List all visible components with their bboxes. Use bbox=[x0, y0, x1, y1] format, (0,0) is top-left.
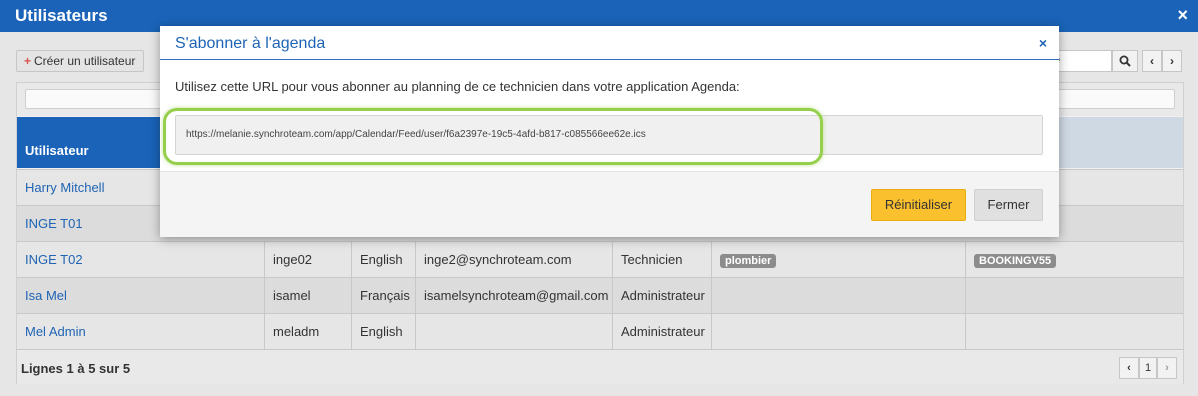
table-row[interactable]: Mel Admin meladm English Administrateur bbox=[17, 313, 1183, 350]
skill-badge: plombier bbox=[720, 254, 777, 268]
window-title: Utilisateurs bbox=[15, 6, 108, 25]
user-language: English bbox=[360, 252, 403, 267]
user-role: Administrateur bbox=[621, 324, 705, 339]
column-divider bbox=[711, 278, 712, 314]
column-divider bbox=[351, 278, 352, 314]
column-header-user[interactable]: Utilisateur bbox=[25, 143, 89, 158]
column-divider bbox=[415, 242, 416, 278]
prev-page-icon[interactable]: ‹ bbox=[1142, 50, 1162, 72]
user-name-link[interactable]: INGE T01 bbox=[25, 206, 83, 242]
filter-input-group[interactable] bbox=[1057, 89, 1175, 109]
column-divider bbox=[965, 242, 966, 278]
row-count-label: Lignes 1 à 5 sur 5 bbox=[21, 361, 131, 376]
user-language: Français bbox=[360, 288, 410, 303]
create-user-label: Créer un utilisateur bbox=[34, 54, 136, 68]
user-name-link[interactable]: Isa Mel bbox=[25, 278, 67, 314]
user-name-link[interactable]: INGE T02 bbox=[25, 242, 83, 278]
user-name-link[interactable]: Harry Mitchell bbox=[25, 170, 104, 206]
window-close-icon[interactable]: × bbox=[1177, 5, 1188, 26]
user-role: Administrateur bbox=[621, 288, 705, 303]
column-divider bbox=[264, 314, 265, 350]
column-divider bbox=[415, 314, 416, 350]
user-login: meladm bbox=[273, 324, 320, 339]
column-divider bbox=[612, 278, 613, 314]
column-divider bbox=[264, 242, 265, 278]
user-email: inge2@synchroteam.com bbox=[424, 252, 572, 267]
column-divider bbox=[612, 242, 613, 278]
dialog-divider bbox=[160, 59, 1059, 60]
dialog-close-icon[interactable]: × bbox=[1039, 35, 1047, 51]
user-login: isamel bbox=[273, 288, 311, 303]
column-divider bbox=[415, 278, 416, 314]
search-button[interactable] bbox=[1112, 50, 1138, 72]
column-divider bbox=[612, 314, 613, 350]
dialog-title: S'abonner à l'agenda bbox=[175, 35, 326, 52]
user-role: Technicien bbox=[621, 252, 683, 267]
next-page-icon[interactable]: › bbox=[1162, 50, 1182, 72]
column-divider bbox=[351, 314, 352, 350]
user-name-link[interactable]: Mel Admin bbox=[25, 314, 86, 350]
pagination-next-icon[interactable]: › bbox=[1157, 357, 1177, 379]
reset-button[interactable]: Réinitialiser bbox=[871, 189, 966, 221]
column-divider bbox=[711, 314, 712, 350]
url-highlight-annotation bbox=[163, 108, 823, 165]
column-divider bbox=[264, 278, 265, 314]
column-divider bbox=[711, 242, 712, 278]
user-email: isamelsynchroteam@gmail.com bbox=[424, 288, 609, 303]
group-badge: BOOKINGV55 bbox=[974, 254, 1057, 268]
plus-icon: + bbox=[24, 54, 32, 68]
pagination-prev-icon[interactable]: ‹ bbox=[1119, 357, 1139, 379]
column-divider bbox=[965, 278, 966, 314]
create-user-button[interactable]: + Créer un utilisateur bbox=[16, 50, 144, 72]
search-icon bbox=[1119, 55, 1131, 67]
table-row[interactable]: Isa Mel isamel Français isamelsynchrotea… bbox=[17, 277, 1183, 314]
dialog-footer: Réinitialiser Fermer bbox=[160, 171, 1059, 237]
column-divider bbox=[351, 242, 352, 278]
subscribe-calendar-dialog: S'abonner à l'agenda × Utilisez cette UR… bbox=[160, 26, 1059, 237]
dialog-instructions: Utilisez cette URL pour vous abonner au … bbox=[175, 79, 740, 94]
user-language: English bbox=[360, 324, 403, 339]
user-login: inge02 bbox=[273, 252, 313, 267]
table-row[interactable]: INGE T02 inge02 English inge2@synchrotea… bbox=[17, 241, 1183, 278]
table-footer: Lignes 1 à 5 sur 5 ‹ 1 › bbox=[17, 349, 1183, 384]
close-button[interactable]: Fermer bbox=[974, 189, 1043, 221]
column-divider bbox=[965, 314, 966, 350]
filter-input-name[interactable] bbox=[25, 89, 175, 109]
pagination-page[interactable]: 1 bbox=[1139, 357, 1157, 379]
